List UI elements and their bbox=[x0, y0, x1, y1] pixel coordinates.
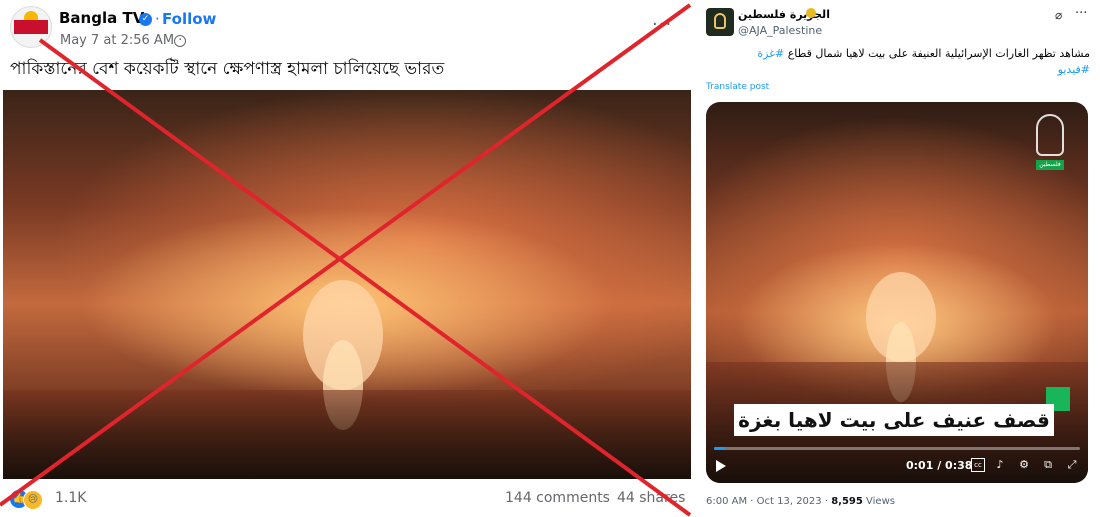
account-name[interactable]: الجزيرة فلسطين bbox=[738, 8, 830, 21]
channel-tag: فلسطين bbox=[1036, 160, 1064, 170]
post-datetime[interactable]: 6:00 AM · Oct 13, 2023 · bbox=[706, 496, 828, 507]
care-icon[interactable]: 😢 bbox=[23, 490, 43, 510]
gold-verified-icon bbox=[806, 8, 816, 18]
pip-icon[interactable]: ⧉ bbox=[1041, 458, 1055, 472]
facebook-post: Bangla TV ✓ · Follow May 7 at 2:56 AM · … bbox=[0, 0, 700, 517]
shares-count[interactable]: 44 shares bbox=[617, 490, 685, 506]
badges bbox=[806, 8, 816, 21]
cc-icon[interactable]: cc bbox=[971, 458, 985, 472]
reactions-bar: 👍 😢 1.1K 144 comments 44 shares bbox=[10, 489, 690, 510]
hashtag-link[interactable]: #فيديو bbox=[1058, 63, 1090, 76]
post-text: مشاهد تظهر الغارات الإسرائيلية العنيفة ع… bbox=[706, 46, 1090, 78]
reaction-count[interactable]: 1.1K bbox=[55, 490, 86, 506]
views-count: 8,595 bbox=[831, 496, 863, 507]
hashtag-link[interactable]: #غزة bbox=[757, 47, 784, 60]
comments-count[interactable]: 144 comments bbox=[505, 490, 610, 506]
post-timestamp[interactable]: May 7 at 2:56 AM · bbox=[60, 33, 182, 48]
verified-icon: ✓ bbox=[139, 13, 152, 26]
video-controls: 0:01 / 0:38 cc ♪ ⚙ ⧉ ⤢ bbox=[706, 454, 1088, 480]
post-footer: 6:00 AM · Oct 13, 2023 · 8,595 Views bbox=[706, 496, 895, 507]
separator-dot: · bbox=[155, 10, 160, 28]
follow-button[interactable]: Follow bbox=[162, 10, 216, 28]
translate-post-link[interactable]: Translate post bbox=[706, 82, 769, 92]
more-options-icon[interactable]: ··· bbox=[652, 14, 672, 35]
grok-icon[interactable]: ⌀ bbox=[1055, 8, 1062, 22]
post-body: مشاهد تظهر الغارات الإسرائيلية العنيفة ع… bbox=[787, 47, 1090, 60]
globe-icon bbox=[174, 35, 186, 47]
page-name[interactable]: Bangla TV bbox=[59, 9, 144, 27]
volume-icon[interactable]: ♪ bbox=[993, 458, 1007, 472]
fullscreen-icon[interactable]: ⤢ bbox=[1065, 458, 1079, 472]
post-video-player[interactable]: فلسطين قصف عنيف على بيت لاهيا بغزة 0:01 … bbox=[706, 102, 1088, 483]
account-handle[interactable]: @AJA_Palestine bbox=[738, 24, 822, 37]
play-icon[interactable] bbox=[716, 460, 726, 472]
video-progress-fill bbox=[714, 447, 725, 450]
video-progress-bar[interactable] bbox=[714, 447, 1080, 450]
aljazeera-logo-icon bbox=[714, 13, 726, 29]
post-caption: পাকিস্তানের বেশ কয়েকটি স্থানে ক্ষেপণাস্… bbox=[10, 59, 445, 79]
city-skyline bbox=[3, 390, 691, 479]
bangla-tv-avatar[interactable] bbox=[10, 6, 52, 48]
aljazeera-avatar[interactable] bbox=[706, 8, 734, 36]
settings-icon[interactable]: ⚙ bbox=[1017, 458, 1031, 472]
aljazeera-watermark-icon bbox=[1036, 114, 1064, 156]
post-video-frame[interactable] bbox=[3, 90, 691, 479]
views-label: Views bbox=[866, 496, 895, 507]
video-timecode: 0:01 / 0:38 bbox=[906, 459, 973, 472]
more-options-icon[interactable]: ··· bbox=[1075, 6, 1087, 21]
video-caption-banner: قصف عنيف على بيت لاهيا بغزة bbox=[734, 404, 1054, 436]
logo-band-shape bbox=[14, 20, 48, 34]
